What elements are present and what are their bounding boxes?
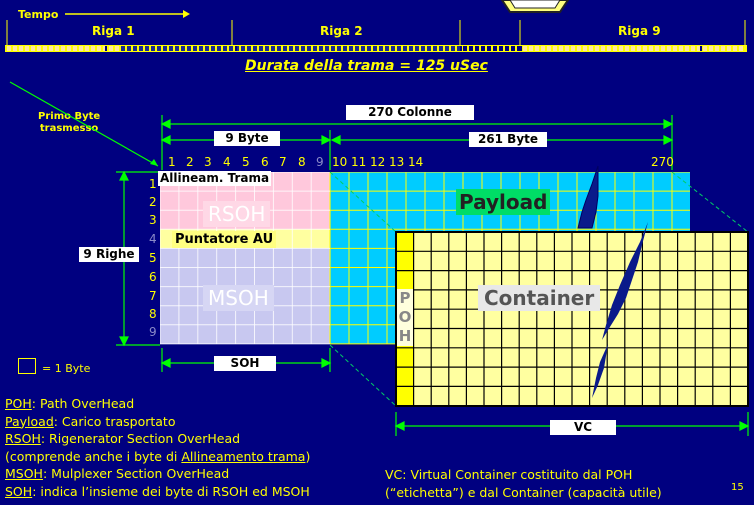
legend-key-msoh: MSOH — [5, 466, 43, 481]
poh-letter: H — [397, 327, 413, 346]
legend-line-rsoh: RSOH: Rigenerator Section OverHead — [5, 430, 310, 448]
legend-note-post: ) — [305, 448, 311, 464]
byte-legend-text: = 1 Byte — [42, 362, 91, 375]
legend-key-poh: POH — [5, 396, 32, 411]
poh-letter: P — [397, 289, 413, 308]
poh-letter: O — [397, 308, 413, 327]
legend-note-pre: (comprende anche i byte di — [5, 448, 182, 464]
vc-description: VC: Virtual Container costituito dal POH… — [385, 466, 662, 501]
legend-text: POH: Path OverHead Payload: Carico trasp… — [5, 395, 310, 500]
legend-line-payload: Payload: Carico trasportato — [5, 413, 310, 431]
legend-desc-poh: : Path OverHead — [31, 396, 135, 411]
vc-desc-line-2: (“etichetta”) e dal Container (capacità … — [385, 484, 662, 500]
legend-line-poh: POH: Path OverHead — [5, 395, 310, 413]
soh-label: SOH — [214, 356, 276, 371]
legend-desc-rsoh: : Rigenerator Section OverHead — [40, 431, 241, 446]
legend-key-payload: Payload — [5, 413, 54, 429]
page-number: 15 — [731, 482, 744, 493]
legend-note-key: Allineamento trama — [181, 448, 306, 464]
byte-legend-box — [18, 358, 36, 374]
legend-line-soh: SOH: indica l’insieme dei byte di RSOH e… — [5, 483, 310, 501]
legend-line-rsoh-note: (comprende anche i byte di Allineamento … — [5, 448, 310, 466]
container-label: Container — [478, 285, 601, 311]
legend-key-soh: SOH — [5, 483, 33, 499]
legend-line-msoh: MSOH: Mulplexer Section OverHead — [5, 465, 310, 483]
legend-desc-msoh: : Mulplexer Section OverHead — [42, 466, 230, 481]
legend-key-rsoh: RSOH — [5, 431, 41, 446]
vc-label: VC — [550, 420, 616, 435]
legend-desc-payload: : Carico trasportato — [53, 413, 176, 429]
poh-letters: P O H — [397, 289, 413, 346]
vc-desc-line-1: VC: Virtual Container costituito dal POH — [385, 467, 633, 482]
legend-desc-soh: : indica l’insieme dei byte di RSOH ed M… — [32, 483, 310, 499]
